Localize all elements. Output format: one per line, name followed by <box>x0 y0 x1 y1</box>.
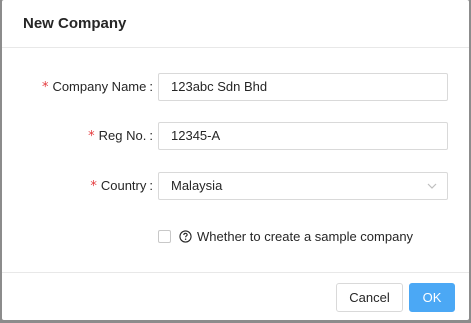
reg-no-label: * Reg No.: <box>88 122 153 150</box>
company-name-label-text: Company Name <box>52 79 147 94</box>
new-company-dialog: New Company * Company Name: 123abc Sdn Bh… <box>2 0 469 320</box>
reg-no-input[interactable]: 12345-A <box>158 122 448 150</box>
country-select[interactable]: Malaysia <box>158 172 448 200</box>
country-row: * Country: Malaysia <box>2 172 469 200</box>
label-colon: : <box>149 178 153 193</box>
reg-no-row: * Reg No.: 12345-A <box>2 122 469 150</box>
company-name-row: * Company Name: 123abc Sdn Bhd <box>2 73 469 101</box>
dialog-footer: Cancel OK <box>2 272 469 320</box>
company-name-label: * Company Name: <box>42 73 153 101</box>
country-selected-value: Malaysia <box>171 178 223 193</box>
dialog-header: New Company <box>2 0 469 48</box>
country-label-text: Country <box>100 178 147 193</box>
label-colon: : <box>149 128 153 143</box>
required-mark: * <box>41 80 49 95</box>
country-label: * Country: <box>90 172 153 200</box>
ok-button[interactable]: OK <box>409 283 455 312</box>
chevron-down-icon <box>427 183 437 189</box>
label-colon: : <box>149 79 153 94</box>
question-circle-icon[interactable] <box>179 230 192 243</box>
sample-company-checkbox[interactable] <box>158 230 171 243</box>
company-name-input[interactable]: 123abc Sdn Bhd <box>158 73 448 101</box>
cancel-button[interactable]: Cancel <box>336 283 403 312</box>
required-mark: * <box>90 179 97 194</box>
sample-company-label[interactable]: Whether to create a sample company <box>197 229 413 245</box>
reg-no-label-text: Reg No. <box>98 128 147 143</box>
dialog-title: New Company <box>23 15 127 32</box>
required-mark: * <box>88 129 95 144</box>
